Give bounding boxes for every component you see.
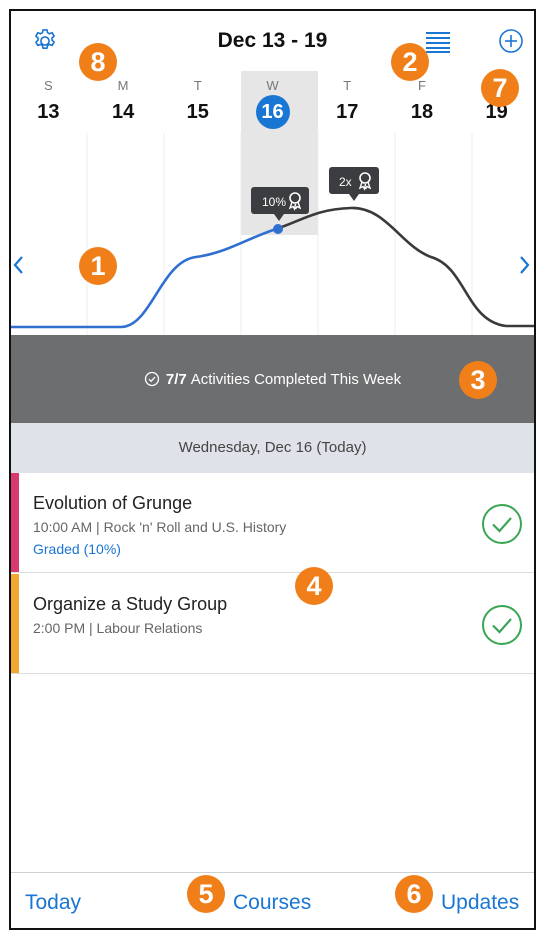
callout-1: 1: [79, 247, 117, 285]
day-number: 17: [336, 101, 359, 123]
day-number: 15: [186, 101, 209, 123]
day-wed-selected[interactable]: W 16: [235, 71, 310, 133]
day-of-week: T: [343, 78, 352, 93]
completed-check-icon[interactable]: [481, 604, 523, 646]
callout-2: 2: [391, 43, 429, 81]
week-strip: S 13 M 14 T 15 W 16 T 17 F 18 S 19: [11, 71, 534, 133]
activity-title: Evolution of Grunge: [33, 493, 193, 513]
tab-today[interactable]: Today: [25, 891, 81, 915]
activity-subtitle: 10:00 AM | Rock 'n' Roll and U.S. Histor…: [33, 519, 287, 535]
day-number: 18: [410, 101, 434, 123]
activity-subtitle: 2:00 PM | Labour Relations: [33, 620, 203, 636]
activities-count: 7/7: [165, 370, 187, 388]
activity-row[interactable]: Organize a Study Group 2:00 PM | Labour …: [11, 574, 534, 674]
callout-8: 8: [79, 43, 117, 81]
weekly-progress-banner: 7/7 Activities Completed This Week: [11, 335, 534, 423]
tab-updates[interactable]: Updates: [441, 891, 519, 915]
callout-5: 5: [187, 875, 225, 913]
grade-badge-label: 10%: [262, 195, 286, 209]
callout-7: 7: [481, 69, 519, 107]
app-frame: Dec 13 - 19 10% 2x S 13 M 14 T 15 W 16 T…: [9, 9, 536, 930]
day-thu[interactable]: T 17: [310, 71, 385, 133]
course-color-bar: [11, 574, 19, 673]
list-view-icon[interactable]: [422, 30, 452, 54]
day-sun[interactable]: S 13: [11, 71, 86, 133]
day-number: 16: [235, 95, 310, 129]
multiplier-badge: [329, 167, 379, 201]
progress-line: [11, 227, 277, 329]
tab-bar: Today Courses Updates: [11, 872, 534, 928]
add-icon[interactable]: [497, 27, 525, 55]
day-of-week: F: [417, 78, 426, 93]
day-of-week: W: [266, 78, 279, 93]
day-number: 14: [111, 101, 135, 123]
multiplier-badge-label: 2x: [339, 175, 352, 189]
callout-4: 4: [295, 567, 333, 605]
day-tue[interactable]: T 15: [160, 71, 235, 133]
callout-6: 6: [395, 875, 433, 913]
activity-title: Organize a Study Group: [33, 594, 228, 614]
activity-graded: Graded (10%): [33, 541, 121, 557]
completed-check-icon[interactable]: [481, 503, 523, 545]
day-of-week: S: [44, 78, 53, 93]
next-week-icon[interactable]: [516, 251, 532, 279]
day-of-week: T: [193, 78, 202, 93]
previous-week-icon[interactable]: [11, 251, 27, 279]
course-color-bar: [11, 473, 19, 572]
callout-3: 3: [459, 361, 497, 399]
tab-courses[interactable]: Courses: [233, 891, 311, 915]
day-fri[interactable]: F 18: [385, 71, 460, 133]
date-header: Wednesday, Dec 16 (Today): [11, 423, 534, 473]
day-number: 13: [37, 101, 60, 123]
activities-text: Activities Completed This Week: [190, 370, 402, 388]
activity-row[interactable]: Evolution of Grunge 10:00 AM | Rock 'n' …: [11, 473, 534, 573]
check-circle-icon: [144, 371, 160, 387]
today-point: [273, 224, 283, 234]
